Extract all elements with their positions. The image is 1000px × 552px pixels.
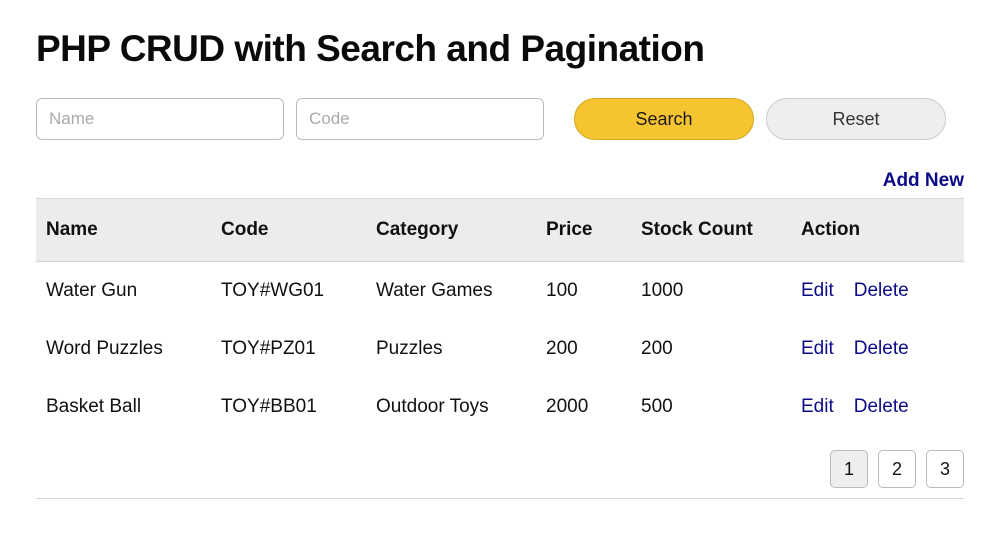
cell-price: 2000 — [536, 378, 631, 436]
cell-action: Edit Delete — [791, 262, 964, 321]
cell-action: Edit Delete — [791, 320, 964, 378]
col-stock: Stock Count — [631, 199, 791, 262]
table-row: Water GunTOY#WG01Water Games1001000 Edit D… — [36, 262, 964, 321]
search-name-input[interactable] — [36, 98, 284, 140]
cell-name: Water Gun — [36, 262, 211, 321]
cell-price: 200 — [536, 320, 631, 378]
page-button-2[interactable]: 2 — [878, 450, 916, 488]
add-new-link[interactable]: Add New — [883, 170, 964, 191]
pagination: 123 — [36, 450, 964, 488]
add-row: Add New — [36, 170, 964, 192]
cell-category: Outdoor Toys — [366, 378, 536, 436]
reset-button[interactable]: Reset — [766, 98, 946, 140]
data-table: Name Code Category Price Stock Count Act… — [36, 198, 964, 436]
edit-link[interactable]: Edit — [801, 280, 834, 301]
edit-link[interactable]: Edit — [801, 396, 834, 417]
cell-price: 100 — [536, 262, 631, 321]
footer-divider — [36, 498, 964, 499]
cell-code: TOY#BB01 — [211, 378, 366, 436]
cell-code: TOY#WG01 — [211, 262, 366, 321]
cell-category: Puzzles — [366, 320, 536, 378]
col-price: Price — [536, 199, 631, 262]
cell-code: TOY#PZ01 — [211, 320, 366, 378]
edit-link[interactable]: Edit — [801, 338, 834, 359]
search-code-input[interactable] — [296, 98, 544, 140]
delete-link[interactable]: Delete — [854, 280, 909, 301]
cell-stock: 200 — [631, 320, 791, 378]
cell-name: Word Puzzles — [36, 320, 211, 378]
col-action: Action — [791, 199, 964, 262]
table-row: Word PuzzlesTOY#PZ01Puzzles200200EditDel… — [36, 320, 964, 378]
cell-stock: 1000 — [631, 262, 791, 321]
page-button-1[interactable]: 1 — [830, 450, 868, 488]
search-bar: Search Reset — [36, 98, 964, 140]
cell-name: Basket Ball — [36, 378, 211, 436]
cell-category: Water Games — [366, 262, 536, 321]
cell-action: Edit Delete — [791, 378, 964, 436]
delete-link[interactable]: Delete — [854, 338, 909, 359]
page-button-3[interactable]: 3 — [926, 450, 964, 488]
col-name: Name — [36, 199, 211, 262]
page-title: PHP CRUD with Search and Pagination — [36, 28, 964, 70]
delete-link[interactable]: Delete — [854, 396, 909, 417]
search-button[interactable]: Search — [574, 98, 754, 140]
table-row: Basket BallTOY#BB01Outdoor Toys2000500Ed… — [36, 378, 964, 436]
cell-stock: 500 — [631, 378, 791, 436]
col-code: Code — [211, 199, 366, 262]
col-category: Category — [366, 199, 536, 262]
